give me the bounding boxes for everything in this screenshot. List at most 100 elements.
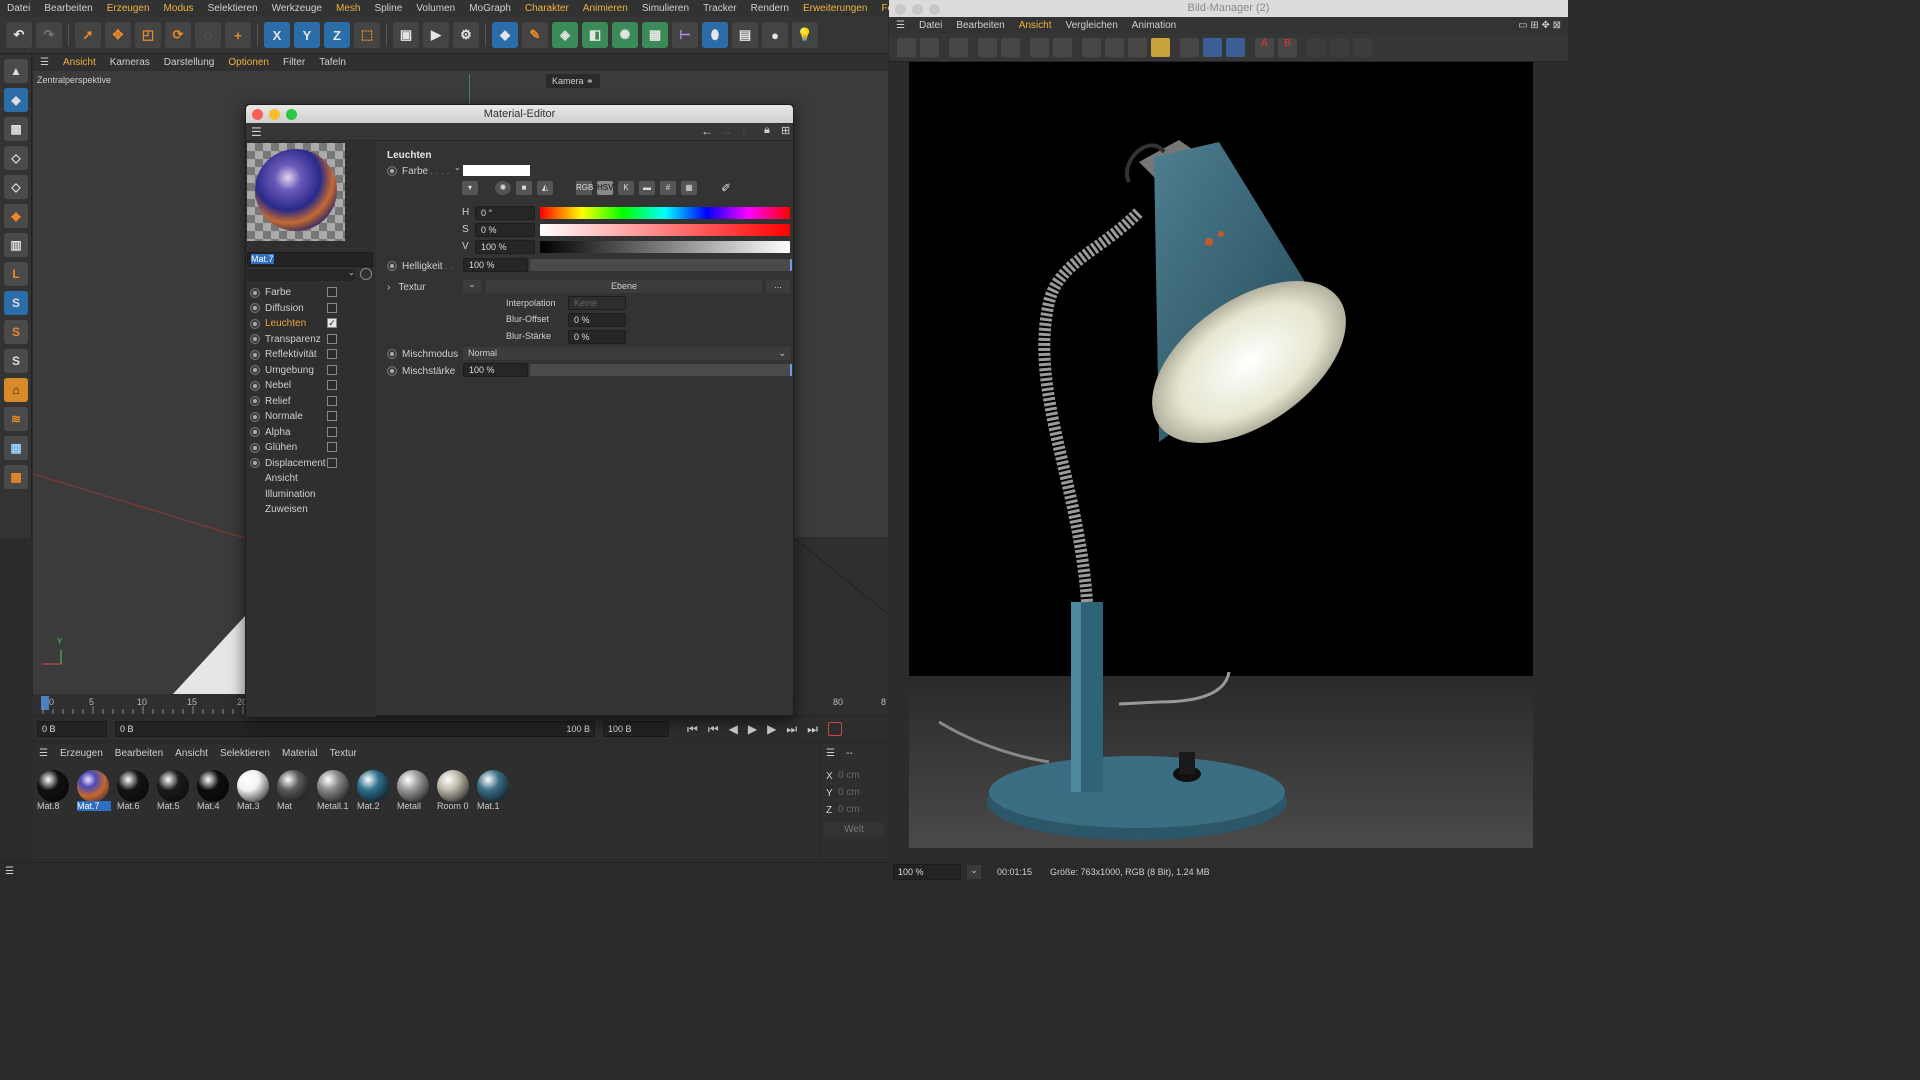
channel-animate-icon[interactable]	[250, 427, 260, 437]
uv-mode-icon[interactable]: ▥	[4, 233, 28, 257]
mischmodus-select[interactable]: Normal ⌄	[463, 347, 790, 360]
textur-layer-button[interactable]: Ebene	[486, 280, 762, 293]
hamburger-icon[interactable]: ☰	[889, 20, 912, 31]
render-view-icon[interactable]: ▶	[423, 22, 449, 48]
material-label[interactable]: Mat	[277, 801, 317, 811]
extrude-icon[interactable]: ◧	[582, 22, 608, 48]
textur-dropdown[interactable]: ⌄	[463, 280, 481, 293]
save-file-icon[interactable]	[920, 38, 939, 57]
channel-checkbox[interactable]	[327, 302, 337, 313]
x-axis-lock-button[interactable]: X	[264, 22, 290, 48]
cloner-icon[interactable]: ✺	[612, 22, 638, 48]
minimize-window-button[interactable]	[912, 4, 923, 15]
color-picture-icon[interactable]: ■	[516, 181, 532, 195]
channel-checkbox[interactable]	[327, 426, 337, 437]
undo-icon[interactable]: ↶	[6, 22, 32, 48]
deformer-icon[interactable]: ⊢	[672, 22, 698, 48]
material-menu-ansicht[interactable]: Ansicht	[169, 748, 214, 759]
viewer-menu-vergleichen[interactable]: Vergleichen	[1059, 20, 1125, 31]
material-label[interactable]: Room 0	[437, 801, 477, 811]
light-icon[interactable]: 💡	[792, 22, 818, 48]
channel-checkbox[interactable]	[327, 457, 337, 468]
channel-animate-icon[interactable]	[250, 365, 260, 375]
editor-menu-icon[interactable]: ☰	[251, 125, 262, 139]
material-menu-material[interactable]: Material	[276, 748, 324, 759]
snap-settings-icon[interactable]: S	[4, 320, 28, 344]
material-thumbnail[interactable]	[115, 769, 151, 803]
play-icon[interactable]: ▶	[748, 722, 757, 736]
channel-animate-icon[interactable]	[250, 334, 260, 344]
textur-more-button[interactable]: ...	[766, 280, 790, 293]
scene-icon[interactable]: ⬮	[702, 22, 728, 48]
material-thumbnail[interactable]	[395, 769, 431, 803]
channel-checkbox[interactable]	[327, 287, 337, 297]
hsv-mode-button[interactable]: HSV	[597, 181, 613, 195]
frame-range-slider[interactable]: 0 B 100 B	[115, 721, 595, 737]
goto-end-icon[interactable]: ⏭	[807, 722, 818, 737]
editor-page-illumination[interactable]: Illumination	[265, 489, 316, 500]
color-wheel-icon[interactable]: ✺	[495, 181, 511, 195]
interpolation-select[interactable]: Keine	[568, 296, 626, 310]
helligkeit-animate-icon[interactable]	[387, 261, 397, 271]
swap-ab-icon[interactable]	[1307, 38, 1326, 57]
up-arrow-icon[interactable]: ↑	[741, 124, 747, 138]
coords-menu-icon[interactable]: ☰	[826, 748, 835, 759]
snap-icon[interactable]: S	[4, 291, 28, 315]
menu-modus[interactable]: Modus	[157, 3, 201, 14]
set-b-button[interactable]: B	[1278, 38, 1297, 57]
blur-staerke-field[interactable]: 0 %	[568, 330, 626, 344]
channel-animate-icon[interactable]	[250, 287, 260, 298]
coord-x-field[interactable]: 0 cm	[838, 770, 860, 781]
material-thumbnail[interactable]	[35, 769, 71, 803]
recent-tool-icon[interactable]: ◌	[195, 22, 221, 48]
current-frame-field[interactable]: 0 B	[37, 721, 107, 737]
ab-compare-icon[interactable]	[1180, 38, 1199, 57]
material-thumbnail[interactable]	[195, 769, 231, 803]
workplane-icon[interactable]: ≋	[4, 407, 28, 431]
new-window-icon[interactable]: ⊞	[781, 124, 790, 137]
farbe-animate-icon[interactable]	[387, 166, 397, 176]
values-mode-icon[interactable]: ▬	[639, 181, 655, 195]
kelvin-mode-button[interactable]: K	[618, 181, 634, 195]
polygons-mode-icon[interactable]: ◆	[4, 204, 28, 228]
material-label[interactable]: Metall.1	[317, 801, 357, 811]
hex-mode-button[interactable]: #	[660, 181, 676, 195]
points-mode-icon[interactable]: ◇	[4, 146, 28, 170]
material-thumbnail[interactable]	[155, 769, 191, 803]
material-thumbnail[interactable]	[435, 769, 471, 803]
color-spectrum-icon[interactable]: ▾	[462, 181, 478, 195]
material-preview[interactable]	[247, 143, 345, 241]
picture-viewer-titlebar[interactable]: Bild-Manager (2)	[889, 0, 1568, 17]
channel-animate-icon[interactable]	[250, 458, 260, 468]
next-frame-icon[interactable]: ▶	[767, 722, 776, 736]
make-editable-icon[interactable]: ▲	[4, 59, 28, 83]
material-label[interactable]: Mat.1	[477, 801, 517, 811]
material-layer-field[interactable]	[247, 269, 355, 281]
blur-offset-field[interactable]: 0 %	[568, 313, 626, 327]
add-tool-icon[interactable]: +	[225, 22, 251, 48]
helligkeit-slider[interactable]	[530, 259, 792, 271]
menu-simulieren[interactable]: Simulieren	[635, 3, 696, 14]
mischmodus-animate-icon[interactable]	[387, 349, 397, 359]
menu-erweiterungen[interactable]: Erweiterungen	[796, 3, 874, 14]
coord-z-field[interactable]: 0 cm	[838, 804, 860, 815]
channel-checkbox[interactable]	[327, 442, 337, 452]
channel-checkbox[interactable]: ✓	[327, 318, 337, 328]
status-menu-icon[interactable]: ☰	[5, 866, 14, 877]
coordinate-system-icon[interactable]: ⬚	[354, 22, 380, 48]
zoom-field[interactable]: 100 %	[893, 864, 961, 880]
lock-workplane-icon[interactable]: ▩	[4, 465, 28, 489]
channel-animate-icon[interactable]	[250, 303, 260, 313]
floor-icon[interactable]: ▤	[732, 22, 758, 48]
back-arrow-icon[interactable]: ←	[701, 124, 713, 138]
mischstaerke-slider[interactable]	[530, 364, 792, 376]
menu-mograph[interactable]: MoGraph	[462, 3, 518, 14]
viewer-menu-ansicht[interactable]: Ansicht	[1012, 20, 1059, 31]
material-label[interactable]: Mat.2	[357, 801, 397, 811]
channel-animate-icon[interactable]	[250, 411, 260, 422]
channel-checkbox[interactable]	[327, 380, 337, 390]
next-key-icon[interactable]: ⏭	[786, 722, 797, 737]
render-settings-icon[interactable]: ⚙	[453, 22, 479, 48]
texture-mode-icon[interactable]: ▩	[4, 117, 28, 141]
material-menu-bearbeiten[interactable]: Bearbeiten	[109, 748, 169, 759]
